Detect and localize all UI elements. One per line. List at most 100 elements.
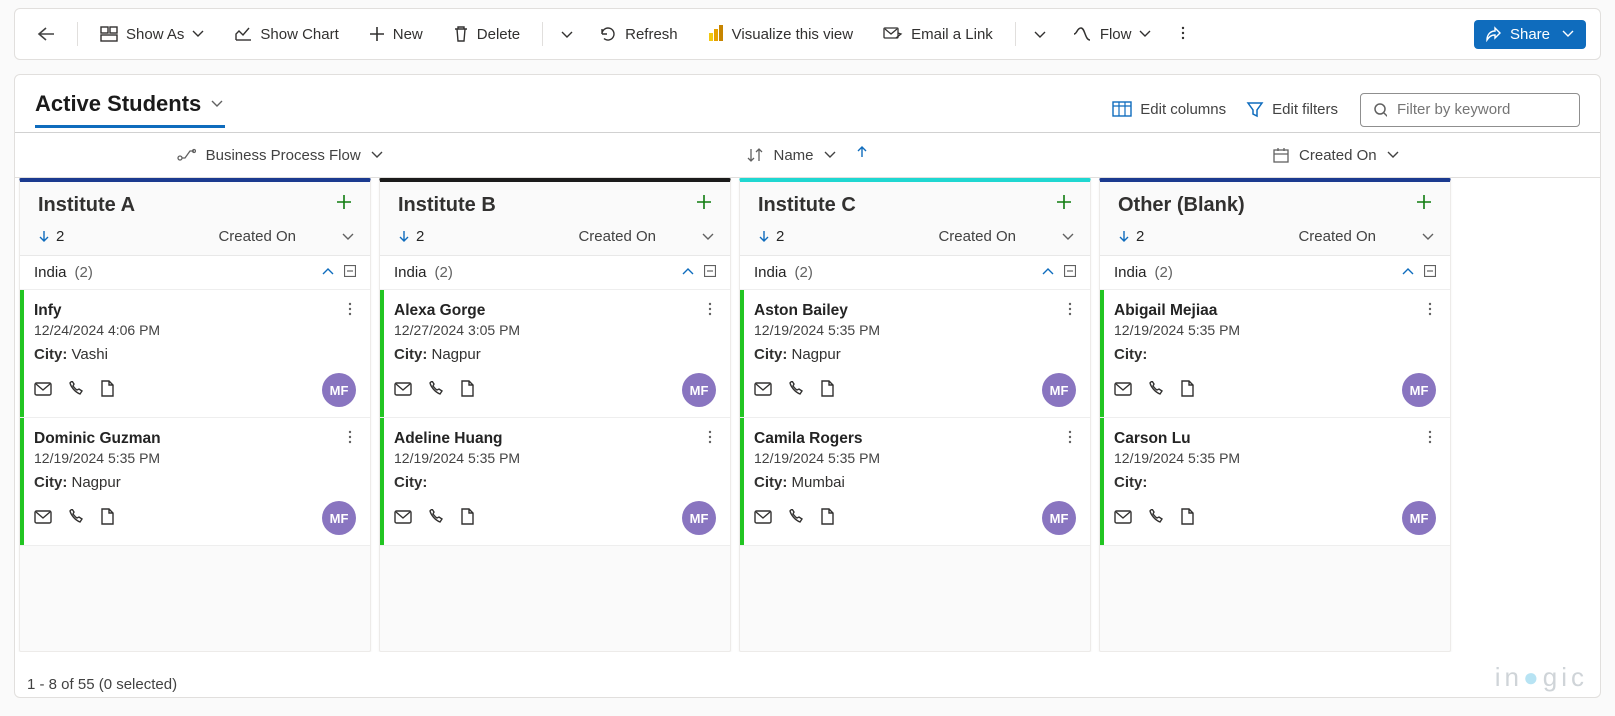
- card-more-button[interactable]: [344, 302, 356, 319]
- phone-icon[interactable]: [786, 381, 804, 400]
- column-add-button[interactable]: [696, 192, 714, 218]
- document-icon[interactable]: [98, 508, 114, 529]
- back-button[interactable]: [25, 21, 67, 47]
- card-more-button[interactable]: [704, 302, 716, 319]
- delete-button[interactable]: Delete: [441, 19, 532, 49]
- edit-filters-button[interactable]: Edit filters: [1246, 101, 1338, 119]
- owner-avatar[interactable]: MF: [1402, 501, 1436, 535]
- search-box[interactable]: [1360, 93, 1580, 127]
- visualize-button[interactable]: Visualize this view: [696, 19, 865, 49]
- column-sort[interactable]: 2 Created On: [740, 224, 1090, 256]
- phone-icon[interactable]: [426, 509, 444, 528]
- overflow-button[interactable]: [1169, 20, 1197, 48]
- document-icon[interactable]: [818, 380, 834, 401]
- owner-avatar[interactable]: MF: [1042, 501, 1076, 535]
- owner-avatar[interactable]: MF: [682, 501, 716, 535]
- owner-avatar[interactable]: MF: [1042, 373, 1076, 407]
- collapse-all-icon[interactable]: [344, 264, 356, 281]
- group-count: (2): [75, 264, 93, 281]
- group-header[interactable]: India (2): [20, 256, 370, 290]
- document-icon[interactable]: [1178, 380, 1194, 401]
- kanban-card[interactable]: Abigail Mejiaa 12/19/2024 5:35 PM City: …: [1100, 290, 1450, 418]
- group-header[interactable]: India (2): [1100, 256, 1450, 290]
- mail-icon[interactable]: [1114, 381, 1132, 400]
- email-link-button[interactable]: Email a Link: [871, 20, 1005, 49]
- kanban-card[interactable]: Aston Bailey 12/19/2024 5:35 PM City: Na…: [740, 290, 1090, 418]
- group-header[interactable]: India (2): [380, 256, 730, 290]
- view-selector[interactable]: Active Students: [35, 91, 225, 128]
- document-icon[interactable]: [458, 380, 474, 401]
- column-add-button[interactable]: [1056, 192, 1074, 218]
- sort-ascending-icon[interactable]: [856, 146, 868, 164]
- new-button[interactable]: New: [357, 20, 435, 49]
- card-city: City: Mumbai: [754, 474, 1076, 491]
- mail-icon[interactable]: [34, 509, 52, 528]
- document-icon[interactable]: [458, 508, 474, 529]
- kanban-card[interactable]: Camila Rogers 12/19/2024 5:35 PM City: M…: [740, 418, 1090, 546]
- mail-icon[interactable]: [754, 381, 772, 400]
- kanban-card[interactable]: Adeline Huang 12/19/2024 5:35 PM City: M…: [380, 418, 730, 546]
- search-input[interactable]: [1397, 101, 1567, 118]
- document-icon[interactable]: [98, 380, 114, 401]
- groupby-bpf[interactable]: Business Process Flow: [15, 147, 543, 164]
- phone-icon[interactable]: [1146, 381, 1164, 400]
- kanban-card[interactable]: Infy 12/24/2024 4:06 PM City: Vashi MF: [20, 290, 370, 418]
- mail-icon[interactable]: [754, 509, 772, 528]
- owner-avatar[interactable]: MF: [322, 501, 356, 535]
- owner-avatar[interactable]: MF: [322, 373, 356, 407]
- chevron-down-icon: [1387, 151, 1399, 159]
- groupby-name-label: Name: [773, 147, 813, 164]
- show-chart-button[interactable]: Show Chart: [222, 20, 350, 49]
- card-more-button[interactable]: [344, 430, 356, 447]
- phone-icon[interactable]: [66, 381, 84, 400]
- document-icon[interactable]: [1178, 508, 1194, 529]
- email-split-chevron[interactable]: [1026, 22, 1054, 47]
- collapse-icon[interactable]: [1042, 264, 1056, 281]
- groupby-row: Business Process Flow Name Created On: [15, 133, 1600, 178]
- collapse-all-icon[interactable]: [1424, 264, 1436, 281]
- mail-icon[interactable]: [394, 381, 412, 400]
- column-sort[interactable]: 2 Created On: [1100, 224, 1450, 256]
- owner-avatar[interactable]: MF: [1402, 373, 1436, 407]
- mail-icon[interactable]: [34, 381, 52, 400]
- card-more-button[interactable]: [1424, 430, 1436, 447]
- collapse-icon[interactable]: [322, 264, 336, 281]
- collapse-all-icon[interactable]: [1064, 264, 1076, 281]
- card-more-button[interactable]: [1064, 302, 1076, 319]
- edit-columns-button[interactable]: Edit columns: [1112, 101, 1226, 119]
- column-sort[interactable]: 2 Created On: [20, 224, 370, 256]
- refresh-button[interactable]: Refresh: [587, 19, 690, 49]
- column-sort[interactable]: 2 Created On: [380, 224, 730, 256]
- mail-icon[interactable]: [394, 509, 412, 528]
- card-more-button[interactable]: [1064, 430, 1076, 447]
- kanban-board: Institute A 2 Created On India (2) Infy …: [15, 178, 1600, 652]
- phone-icon[interactable]: [426, 381, 444, 400]
- show-as-button[interactable]: Show As: [88, 20, 216, 49]
- column-add-button[interactable]: [336, 192, 354, 218]
- phone-icon[interactable]: [1146, 509, 1164, 528]
- card-more-button[interactable]: [704, 430, 716, 447]
- flow-button[interactable]: Flow: [1060, 20, 1164, 49]
- collapse-icon[interactable]: [1402, 264, 1416, 281]
- groupby-createdon[interactable]: Created On: [1072, 147, 1600, 164]
- groupby-name[interactable]: Name: [543, 146, 1071, 164]
- card-more-button[interactable]: [1424, 302, 1436, 319]
- kanban-card[interactable]: Carson Lu 12/19/2024 5:35 PM City: MF: [1100, 418, 1450, 546]
- kanban-card[interactable]: Dominic Guzman 12/19/2024 5:35 PM City: …: [20, 418, 370, 546]
- phone-icon[interactable]: [786, 509, 804, 528]
- collapse-all-icon[interactable]: [704, 264, 716, 281]
- card-city: City: Nagpur: [754, 346, 1076, 363]
- kanban-card[interactable]: Alexa Gorge 12/27/2024 3:05 PM City: Nag…: [380, 290, 730, 418]
- delete-split-chevron[interactable]: [553, 22, 581, 47]
- group-name: India: [394, 264, 427, 281]
- collapse-icon[interactable]: [682, 264, 696, 281]
- group-header[interactable]: India (2): [740, 256, 1090, 290]
- owner-avatar[interactable]: MF: [682, 373, 716, 407]
- column-add-button[interactable]: [1416, 192, 1434, 218]
- separator: [1015, 22, 1016, 46]
- sort-by-label: Created On: [578, 228, 656, 245]
- mail-icon[interactable]: [1114, 509, 1132, 528]
- document-icon[interactable]: [818, 508, 834, 529]
- share-button[interactable]: Share: [1474, 20, 1586, 49]
- phone-icon[interactable]: [66, 509, 84, 528]
